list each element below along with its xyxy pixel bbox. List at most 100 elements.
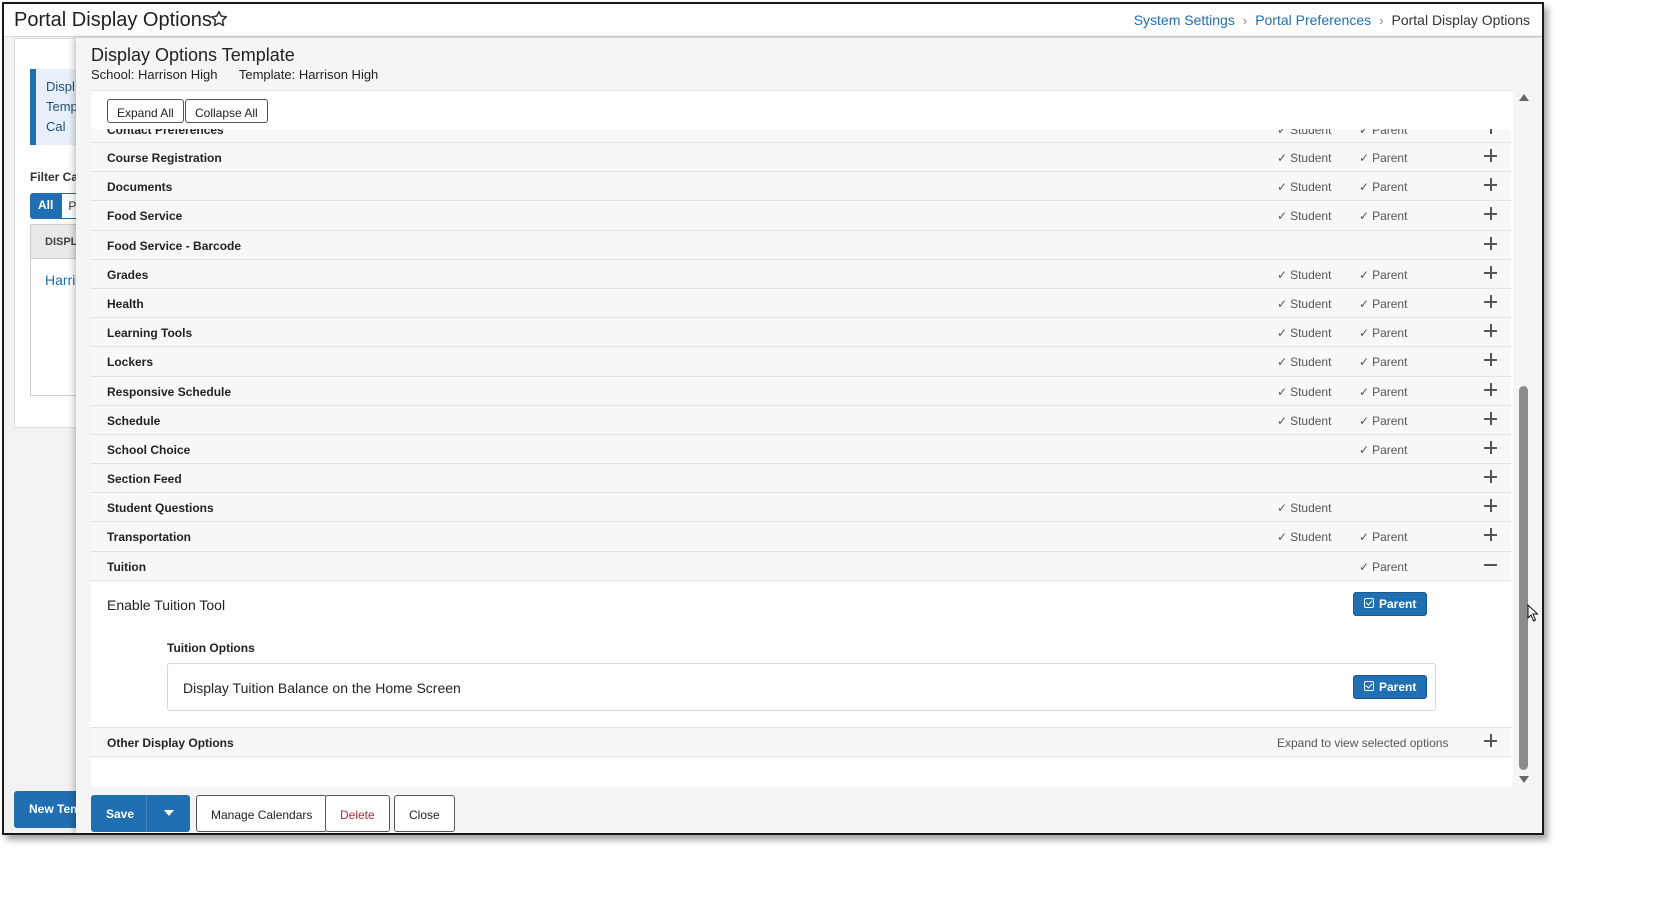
scroll-down-arrow-icon[interactable] — [1519, 776, 1529, 783]
collapse-all-button[interactable]: Collapse All — [185, 99, 268, 123]
option-name: Lockers — [107, 355, 154, 370]
background-tab-all[interactable]: All — [30, 193, 62, 219]
checkbox-checked-icon — [1364, 680, 1374, 691]
student-flag: ✓ Student — [1277, 267, 1332, 282]
checkbox-checked-icon — [1364, 597, 1374, 608]
expand-plus-icon[interactable] — [1483, 440, 1499, 456]
expand-plus-icon[interactable] — [1483, 148, 1499, 164]
template-label: Template: Harrison High — [238, 67, 379, 82]
chevron-right-icon: › — [1242, 12, 1248, 28]
option-name: Course Registration — [107, 151, 222, 165]
check-icon: ✓ — [1277, 267, 1288, 282]
option-row-course-registration[interactable]: Course Registration ✓ Student ✓ Parent — [91, 143, 1511, 173]
manage-calendars-button[interactable]: Manage Calendars — [196, 795, 328, 832]
option-name: Food Service — [107, 209, 183, 224]
collapse-minus-icon[interactable] — [1483, 557, 1499, 573]
expand-plus-icon[interactable] — [1483, 265, 1499, 281]
check-icon: ✓ — [1359, 180, 1370, 195]
student-flag: ✓ Student — [1277, 355, 1332, 370]
check-icon: ✓ — [1359, 442, 1370, 457]
vertical-scrollbar[interactable] — [1516, 90, 1532, 787]
option-row-section-feed[interactable]: Section Feed — [91, 464, 1511, 494]
page-title: Portal Display Options — [14, 9, 212, 31]
expand-plus-icon[interactable] — [1483, 382, 1499, 398]
chevron-right-icon: › — [1379, 12, 1384, 28]
option-name: Tuition — [107, 559, 147, 574]
option-name: Other Display Options — [107, 735, 234, 750]
expand-plus-icon[interactable] — [1483, 469, 1499, 485]
option-row-grades[interactable]: Grades ✓ Student ✓ Parent — [91, 259, 1511, 289]
expand-all-button[interactable]: Expand All — [107, 99, 184, 123]
option-row-tuition[interactable]: Tuition ✓ Parent — [91, 551, 1511, 581]
option-row-contact-preferences[interactable]: Contact Preferences ✓ Student ✓ Parent — [91, 129, 1511, 143]
parent-flag: ✓ Parent — [1359, 209, 1408, 224]
scroll-up-arrow-icon[interactable] — [1519, 94, 1529, 101]
check-icon: ✓ — [1277, 180, 1288, 195]
check-icon: ✓ — [1359, 530, 1370, 545]
option-name: School Choice — [107, 442, 191, 457]
option-row-student-questions[interactable]: Student Questions ✓ Student — [91, 493, 1511, 523]
options-toolbar: Expand All Collapse All — [91, 91, 1511, 129]
parent-flag: ✓ Parent — [1359, 180, 1408, 195]
option-row-lockers[interactable]: Lockers ✓ Student ✓ Parent — [91, 347, 1511, 377]
check-icon: ✓ — [1359, 413, 1370, 428]
tuition-options-title: Tuition Options — [167, 640, 255, 655]
option-row-other-display-options[interactable]: Other Display Options Expand to view sel… — [91, 727, 1511, 757]
option-name: Learning Tools — [107, 326, 193, 341]
breadcrumb-portal-preferences[interactable]: Portal Preferences — [1255, 12, 1371, 28]
expand-plus-icon[interactable] — [1483, 294, 1499, 310]
save-button[interactable]: Save — [91, 795, 146, 832]
expand-plus-icon[interactable] — [1483, 498, 1499, 514]
expand-plus-icon[interactable] — [1483, 323, 1499, 339]
tuition-balance-parent-toggle[interactable]: Parent — [1353, 674, 1428, 699]
close-button[interactable]: Close — [394, 795, 455, 832]
parent-flag: ✓ Parent — [1359, 442, 1408, 457]
expand-plus-icon[interactable] — [1483, 129, 1499, 136]
check-icon: ✓ — [1359, 267, 1370, 282]
background-filter-label: Filter Cal — [30, 170, 82, 184]
breadcrumb-system-settings[interactable]: System Settings — [1134, 12, 1235, 28]
check-icon: ✓ — [1277, 384, 1288, 399]
option-name: Health — [107, 296, 144, 311]
option-name: Student Questions — [107, 501, 214, 516]
star-icon[interactable] — [209, 9, 229, 29]
option-row-learning-tools[interactable]: Learning Tools ✓ Student ✓ Parent — [91, 318, 1511, 348]
tuition-expanded-panel: Enable Tuition Tool Parent Tuition Optio… — [91, 580, 1511, 728]
parent-flag: ✓ Parent — [1359, 355, 1408, 370]
expand-plus-icon[interactable] — [1483, 527, 1499, 543]
check-icon: ✓ — [1277, 129, 1288, 137]
option-row-food-service[interactable]: Food Service ✓ Student ✓ Parent — [91, 201, 1511, 231]
option-row-schedule[interactable]: Schedule ✓ Student ✓ Parent — [91, 405, 1511, 435]
option-name: Documents — [107, 180, 173, 195]
option-name: Grades — [107, 267, 149, 282]
scrollbar-thumb[interactable] — [1519, 386, 1528, 770]
delete-button[interactable]: Delete — [325, 795, 390, 832]
expand-plus-icon[interactable] — [1483, 206, 1499, 222]
expand-plus-icon[interactable] — [1483, 177, 1499, 193]
check-icon: ✓ — [1277, 501, 1288, 516]
expand-plus-icon[interactable] — [1483, 352, 1499, 368]
expand-plus-icon[interactable] — [1483, 411, 1499, 427]
check-icon: ✓ — [1359, 384, 1370, 399]
student-flag: ✓ Student — [1277, 180, 1332, 195]
breadcrumb-current: Portal Display Options — [1391, 12, 1530, 28]
student-flag: ✓ Student — [1277, 209, 1332, 224]
option-row-school-choice[interactable]: School Choice ✓ Parent — [91, 434, 1511, 465]
parent-flag: ✓ Parent — [1359, 530, 1408, 545]
enable-tuition-parent-toggle[interactable]: Parent — [1353, 591, 1428, 616]
parent-flag: ✓ Parent — [1359, 296, 1408, 311]
expand-plus-icon[interactable] — [1483, 236, 1499, 252]
option-row-responsive-schedule[interactable]: Responsive Schedule ✓ Student ✓ Parent — [91, 376, 1511, 406]
student-flag: ✓ Student — [1277, 296, 1332, 311]
option-row-health[interactable]: Health ✓ Student ✓ Parent — [91, 288, 1511, 319]
check-icon: ✓ — [1277, 530, 1288, 545]
option-name: Section Feed — [107, 472, 182, 487]
option-row-documents[interactable]: Documents ✓ Student ✓ Parent — [91, 172, 1511, 202]
school-label: School: Harrison High — [91, 67, 218, 82]
expand-plus-icon[interactable] — [1483, 733, 1499, 749]
enable-tuition-label: Enable Tuition Tool — [107, 596, 226, 613]
top-bar: Portal Display Options System Settings ›… — [4, 4, 1542, 37]
option-row-transportation[interactable]: Transportation ✓ Student ✓ Parent — [91, 522, 1511, 552]
option-row-food-service-barcode[interactable]: Food Service - Barcode — [91, 230, 1511, 260]
save-dropdown-icon[interactable] — [146, 795, 190, 832]
